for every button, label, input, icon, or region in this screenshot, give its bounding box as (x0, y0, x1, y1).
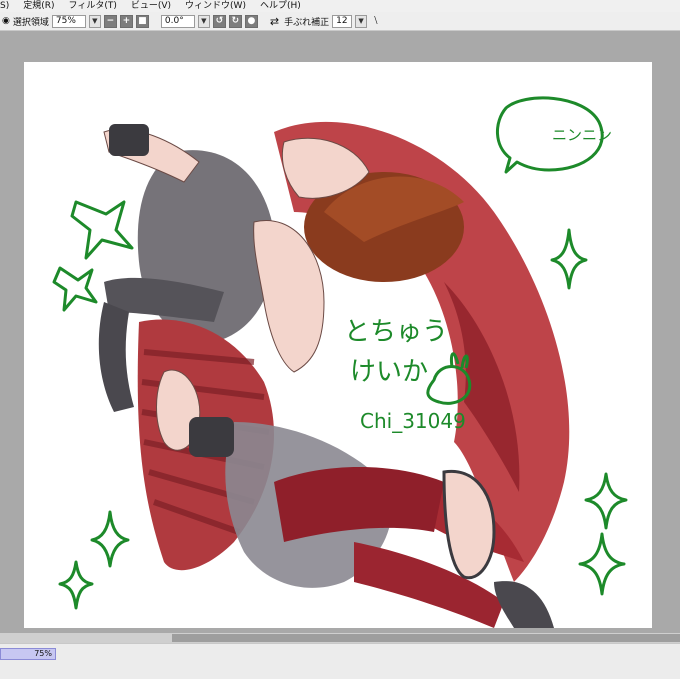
sparkle-icon (578, 532, 626, 596)
menu-item-ruler[interactable]: 定規(R) (16, 0, 61, 12)
zoom-value: 75% (55, 16, 76, 26)
stabilizer-value: 12 (336, 16, 348, 26)
rotation-dropdown-button[interactable]: ▼ (197, 14, 210, 28)
rotation-input[interactable]: 0.0° (160, 14, 195, 28)
zoom-input[interactable]: 75% (51, 14, 86, 28)
eye-icon[interactable]: ◉ (2, 16, 10, 26)
reset-icon: ● (247, 16, 256, 26)
chevron-down-icon: ▼ (201, 17, 207, 25)
flip-horizontal-icon[interactable]: ⇄ (270, 15, 279, 28)
chevron-down-icon: ▼ (358, 17, 364, 25)
rotation-value: 0.0° (164, 16, 184, 26)
menu-item-filter[interactable]: フィルタ(T) (62, 0, 124, 12)
tool-options-bar: ◉ 選択領域 75% ▼ − + ■ 0.0° ▼ ↺ ↻ ● ⇄ 手ぶれ補正 … (0, 12, 680, 31)
arm-wrap (109, 124, 149, 156)
drawing-canvas[interactable]: ニンニン とちゅう けいか Chi_31049 (24, 62, 652, 628)
zoom-out-button[interactable]: − (103, 14, 117, 28)
zoom-fit-button[interactable]: ■ (135, 14, 149, 28)
sparkle-icon (584, 472, 628, 530)
zoom-dropdown-button[interactable]: ▼ (88, 14, 101, 28)
zoom-in-button[interactable]: + (119, 14, 133, 28)
rotate-right-button[interactable]: ↻ (228, 14, 242, 28)
handwriting-line-2: けいか (350, 357, 428, 387)
menu-item-help[interactable]: ヘルプ(H) (253, 0, 308, 12)
artwork-illustration: ニンニン とちゅう けいか Chi_31049 (52, 96, 628, 628)
hand-wrap (189, 417, 234, 457)
sparkle-icon (550, 228, 588, 290)
shuriken-small-icon (52, 266, 98, 312)
horizontal-scrollbar[interactable] (0, 633, 680, 643)
shuriken-icon (70, 200, 134, 260)
sparkle-icon (58, 560, 94, 610)
belt-ribbon (98, 302, 134, 412)
stabilizer-label: 手ぶれ補正 (284, 17, 330, 28)
menu-item-window[interactable]: ウィンドウ(W) (178, 0, 253, 12)
rotate-left-button[interactable]: ↺ (212, 14, 226, 28)
rotate-reset-button[interactable]: ● (244, 14, 258, 28)
menu-bar: S) 定規(R) フィルタ(T) ビュー(V) ウィンドウ(W) ヘルプ(H) (0, 0, 680, 12)
rotate-right-icon: ↻ (231, 16, 240, 26)
selection-area-label: 選択領域 (12, 17, 49, 28)
handwriting-line-1: とちゅう (344, 317, 448, 347)
sparkle-icon (90, 510, 130, 568)
signature-text: Chi_31049 (360, 409, 466, 433)
chevron-down-icon: ▼ (92, 17, 98, 25)
stabilizer-dropdown-button[interactable]: ▼ (355, 14, 368, 28)
menu-item-select[interactable]: S) (0, 0, 16, 12)
bubble-text: ニンニン (552, 126, 612, 144)
foot-lower (494, 581, 554, 628)
zoom-readout-value: 75% (34, 649, 52, 658)
brush-stroke-icon[interactable]: ⧵ (374, 14, 377, 28)
rotate-left-icon: ↺ (215, 16, 224, 26)
status-bar: 75% (0, 643, 680, 679)
fit-square-icon: ■ (138, 16, 147, 26)
zoom-readout: 75% (0, 648, 56, 660)
stabilizer-input[interactable]: 12 (332, 14, 353, 28)
menu-item-view[interactable]: ビュー(V) (124, 0, 178, 12)
horizontal-scrollbar-thumb[interactable] (172, 634, 680, 642)
